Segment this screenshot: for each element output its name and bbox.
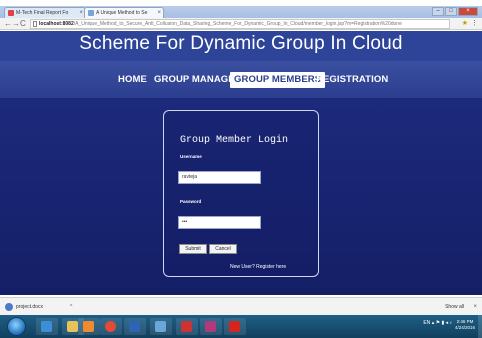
start-button[interactable] xyxy=(7,317,26,336)
tab-report[interactable]: M-Tech Final Report Fo × xyxy=(4,7,86,18)
cancel-button[interactable]: Cancel xyxy=(209,244,237,254)
taskbar: EN ▴ ⚑ ▮ ◂ ♪ 2:46 PM 4/24/2016 xyxy=(0,315,482,338)
url-field[interactable]: localhost:8082/A_Unique_Method_to_Secure… xyxy=(30,19,450,29)
clock[interactable]: 2:46 PM 4/24/2016 xyxy=(454,319,476,331)
nav-band: HOME GROUP MANAGER GROUP MEMBERS REGISTR… xyxy=(0,61,482,98)
bookmark-star-icon[interactable]: ★ xyxy=(462,18,468,30)
forward-icon[interactable]: → xyxy=(12,18,20,30)
tray-icons: ▴ ⚑ ▮ ◂ ♪ xyxy=(431,320,452,326)
gmail-icon xyxy=(8,10,14,16)
window-close-button[interactable]: × xyxy=(458,7,478,16)
window-controls: – □ × xyxy=(432,7,478,17)
screen: M-Tech Final Report Fo × A Unique Method… xyxy=(0,0,482,338)
maximize-button[interactable]: □ xyxy=(445,7,457,16)
download-item[interactable]: project.docx xyxy=(4,301,43,313)
username-input[interactable]: ravteja xyxy=(178,171,261,184)
page-icon xyxy=(88,10,94,16)
nav-group-manager[interactable]: GROUP MANAGER xyxy=(154,73,242,87)
taskbar-app2-icon[interactable] xyxy=(200,318,222,335)
register-link[interactable]: New User? Register here xyxy=(230,264,286,270)
taskbar-pdf-icon[interactable] xyxy=(224,318,246,335)
show-desktop-button[interactable] xyxy=(478,315,482,338)
url-host: localhost:8082 xyxy=(39,21,74,27)
close-icon[interactable]: × xyxy=(473,301,477,313)
taskbar-paint-icon[interactable] xyxy=(150,318,172,335)
tab-label: M-Tech Final Report Fo xyxy=(16,10,69,16)
reload-icon[interactable]: C xyxy=(20,18,26,30)
password-label: Password xyxy=(180,199,202,204)
download-filename: project.docx xyxy=(16,304,43,310)
submit-button[interactable]: Submit xyxy=(179,244,207,254)
site-title: Scheme For Dynamic Group In Cloud xyxy=(79,33,403,54)
menu-icon[interactable]: ⋮ xyxy=(471,18,478,30)
browser-tab-strip: M-Tech Final Report Fo × A Unique Method… xyxy=(0,6,482,18)
address-bar: ← → C localhost:8082/A_Unique_Method_to_… xyxy=(0,18,482,30)
system-tray[interactable]: EN ▴ ⚑ ▮ ◂ ♪ xyxy=(423,320,452,326)
nav-registration[interactable]: REGISTRATION xyxy=(316,73,388,87)
minimize-button[interactable]: – xyxy=(432,7,444,16)
download-bar: project.docx ^ Show all × xyxy=(0,297,482,315)
page-info-icon xyxy=(33,21,37,27)
taskbar-word-icon[interactable] xyxy=(124,318,146,335)
chrome-file-icon xyxy=(5,303,13,311)
taskbar-ie-icon[interactable] xyxy=(36,318,58,335)
title-band: Scheme For Dynamic Group In Cloud xyxy=(0,31,482,61)
username-label: Username xyxy=(180,154,202,159)
taskbar-app-icon[interactable] xyxy=(176,318,198,335)
login-card: Group Member Login Username ravteja Pass… xyxy=(163,110,319,277)
chevron-up-icon[interactable]: ^ xyxy=(70,301,72,313)
language-indicator: EN xyxy=(423,320,431,326)
taskbar-chrome-icon[interactable] xyxy=(100,318,122,335)
nav-group-members[interactable]: GROUP MEMBERS xyxy=(230,72,326,88)
password-input[interactable]: ••• xyxy=(178,216,261,229)
close-icon[interactable]: × xyxy=(157,8,161,18)
clock-date: 4/24/2016 xyxy=(454,325,476,330)
main-nav: HOME GROUP MANAGER GROUP MEMBERS REGISTR… xyxy=(0,61,482,98)
close-icon[interactable]: × xyxy=(79,8,83,18)
nav-home[interactable]: HOME xyxy=(118,73,147,87)
taskbar-media-icon[interactable] xyxy=(78,318,100,335)
login-title: Group Member Login xyxy=(180,135,289,146)
url-path: /A_Unique_Method_to_Secure_Anti_Collusio… xyxy=(73,21,402,27)
show-all-link[interactable]: Show all xyxy=(445,301,464,313)
back-icon[interactable]: ← xyxy=(4,18,12,30)
tab-app[interactable]: A Unique Method to Se × xyxy=(84,7,164,18)
tab-label: A Unique Method to Se xyxy=(96,10,148,16)
